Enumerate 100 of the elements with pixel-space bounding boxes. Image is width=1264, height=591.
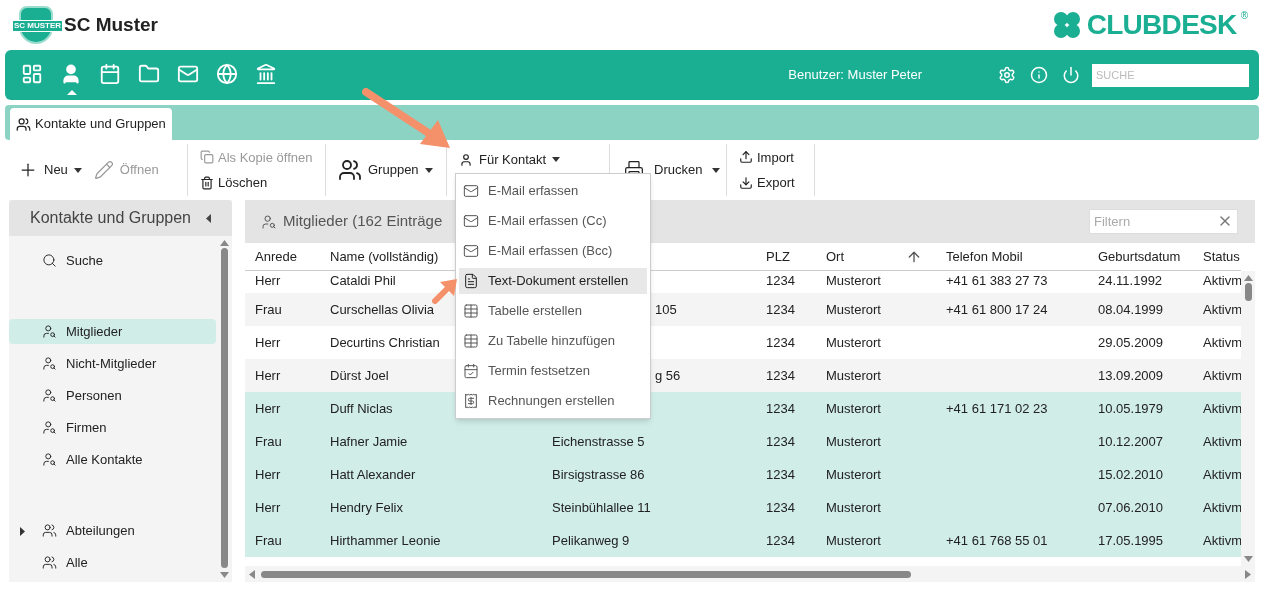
folder-icon[interactable] [138, 63, 160, 85]
table-cell: Frau [255, 301, 282, 317]
scroll-up-icon[interactable] [219, 240, 229, 246]
table-cell: 1234 [766, 400, 795, 416]
table-row[interactable]: Herr Hendry Felix Steinbühlallee 11 1234 Musterort 07.06.2010 Aktivm [245, 491, 1241, 524]
column-header[interactable]: Name (vollständig) [330, 246, 439, 267]
sidebar-item[interactable]: Alle Kontakte [9, 447, 216, 472]
table-cell: Aktivm [1203, 433, 1241, 449]
table-cell: Duff Niclas [330, 400, 393, 416]
person-icon[interactable] [60, 63, 82, 85]
column-header[interactable]: Telefon Mobil [946, 246, 1023, 267]
collapse-icon[interactable] [206, 213, 211, 223]
scroll-right-icon[interactable] [1245, 569, 1251, 579]
table-cell: 10.12.2007 [1098, 433, 1164, 449]
menu-item[interactable]: Zu Tabelle hinzufügen [459, 328, 647, 354]
scroll-thumb[interactable] [220, 248, 228, 568]
table-cell: 105 [655, 301, 677, 317]
table-row[interactable]: Herr Hatt Alexander Birsigstrasse 86 1234 Musterort 15.02.2010 Aktivm [245, 458, 1241, 491]
table-cell: Birsigstrasse 86 [552, 466, 645, 482]
globe-icon[interactable] [216, 63, 238, 85]
registered-mark: ® [1240, 9, 1248, 23]
table-icon [463, 303, 479, 319]
mail-icon[interactable] [177, 63, 199, 85]
person-search-icon [42, 356, 57, 371]
scroll-thumb[interactable] [1244, 283, 1252, 301]
table-cell: Herr [255, 400, 281, 416]
table-cell: Herr [255, 499, 281, 515]
table-cell: g 56 [655, 367, 681, 383]
filter-field[interactable]: Filtern [1089, 209, 1238, 234]
people-icon [42, 523, 57, 538]
sidebar-item[interactable]: Alle [9, 550, 216, 575]
export-button[interactable]: Export [739, 173, 795, 193]
info-icon[interactable] [1030, 66, 1048, 84]
scroll-down-icon[interactable] [219, 572, 229, 578]
vertical-scrollbar[interactable] [1241, 271, 1255, 566]
table-cell: Herr [255, 367, 281, 383]
caret-icon [712, 167, 721, 173]
delete-button[interactable]: Löschen [200, 173, 268, 193]
contact-button[interactable]: Für Kontakt [459, 150, 561, 170]
calendar-icon[interactable] [99, 63, 121, 85]
table-cell: Hendry Felix [330, 499, 403, 515]
scroll-down-icon[interactable] [1243, 556, 1253, 562]
menu-item[interactable]: Text-Dokument erstellen [459, 268, 647, 294]
new-button[interactable]: Neu [18, 160, 82, 180]
column-header[interactable]: Geburtsdatum [1098, 246, 1181, 267]
sidebar-item[interactable]: Personen [9, 383, 216, 408]
table-row[interactable]: Frau Hafner Jamie Eichenstrasse 5 1234 Musterort 10.12.2007 Aktivm [245, 425, 1241, 458]
power-icon[interactable] [1062, 66, 1080, 84]
club-name: SC Muster [64, 12, 158, 37]
table-cell: 07.06.2010 [1098, 499, 1164, 515]
table-cell: Hatt Alexander [330, 466, 416, 482]
sidebar-item[interactable]: Mitglieder [9, 319, 216, 344]
table-cell: 10.05.1979 [1098, 400, 1164, 416]
menu-item[interactable]: Tabelle erstellen [459, 298, 647, 324]
column-header[interactable]: Anrede [255, 246, 297, 267]
scroll-left-icon[interactable] [249, 569, 255, 579]
upload-icon [739, 150, 753, 165]
table-cell: Aktivm [1203, 334, 1241, 350]
brand-name: CLUBDESK [1086, 8, 1237, 42]
column-header[interactable]: Ort [826, 246, 845, 267]
table-cell: 24.11.1992 [1098, 273, 1163, 288]
table-cell: Cataldi Phil [330, 273, 396, 288]
table-cell: +41 61 171 02 23 [946, 400, 1048, 416]
sidebar-item[interactable]: Suche [9, 248, 216, 273]
table-cell: 1234 [766, 433, 795, 449]
column-header[interactable]: Status [1203, 246, 1240, 267]
menu-item[interactable]: Termin festsetzen [459, 358, 647, 384]
table-cell: Eichenstrasse 5 [552, 433, 645, 449]
scroll-up-icon[interactable] [1243, 275, 1253, 281]
table-cell: 1234 [766, 466, 795, 482]
sidebar-item[interactable]: Firmen [9, 415, 216, 440]
search-icon [42, 253, 57, 268]
table-cell: Musterort [826, 499, 881, 515]
table-icon [463, 333, 479, 349]
person-search-icon [261, 213, 277, 230]
annotation-arrow [432, 278, 458, 304]
scroll-thumb[interactable] [261, 570, 911, 578]
collapsed-icon[interactable] [20, 527, 25, 536]
logo-text: SC MUSTER [12, 20, 64, 32]
search-field[interactable]: SUCHE [1092, 63, 1249, 87]
import-button[interactable]: Import [739, 147, 794, 167]
groups-button[interactable]: Gruppen [338, 158, 433, 182]
menu-item[interactable]: E-Mail erfassen (Cc) [459, 208, 647, 234]
settings-icon[interactable] [998, 66, 1016, 84]
bank-icon[interactable] [255, 63, 277, 85]
table-cell: Pelikanweg 9 [552, 532, 630, 548]
table-cell: 17.05.1995 [1098, 532, 1164, 548]
table-row[interactable]: Frau Hirthammer Leonie Pelikanweg 9 1234 Musterort +41 61 768 55 01 17.05.1995 Aktivm [245, 524, 1241, 557]
table-cell: Aktivm [1203, 466, 1241, 482]
dashboard-icon[interactable] [21, 63, 43, 85]
menu-item[interactable]: E-Mail erfassen [459, 178, 647, 204]
table-cell: Herr [255, 334, 281, 350]
tab[interactable]: Kontakte und Gruppen [10, 108, 172, 140]
sidebar-item[interactable]: Nicht-Mitglieder [9, 351, 216, 376]
column-header[interactable]: PLZ [766, 246, 790, 267]
people-icon [338, 158, 362, 182]
menu-item[interactable]: E-Mail erfassen (Bcc) [459, 238, 647, 264]
sidebar-item[interactable]: Abteilungen [9, 518, 216, 543]
table-cell: 1234 [766, 301, 795, 317]
table-cell: 1234 [766, 532, 795, 548]
